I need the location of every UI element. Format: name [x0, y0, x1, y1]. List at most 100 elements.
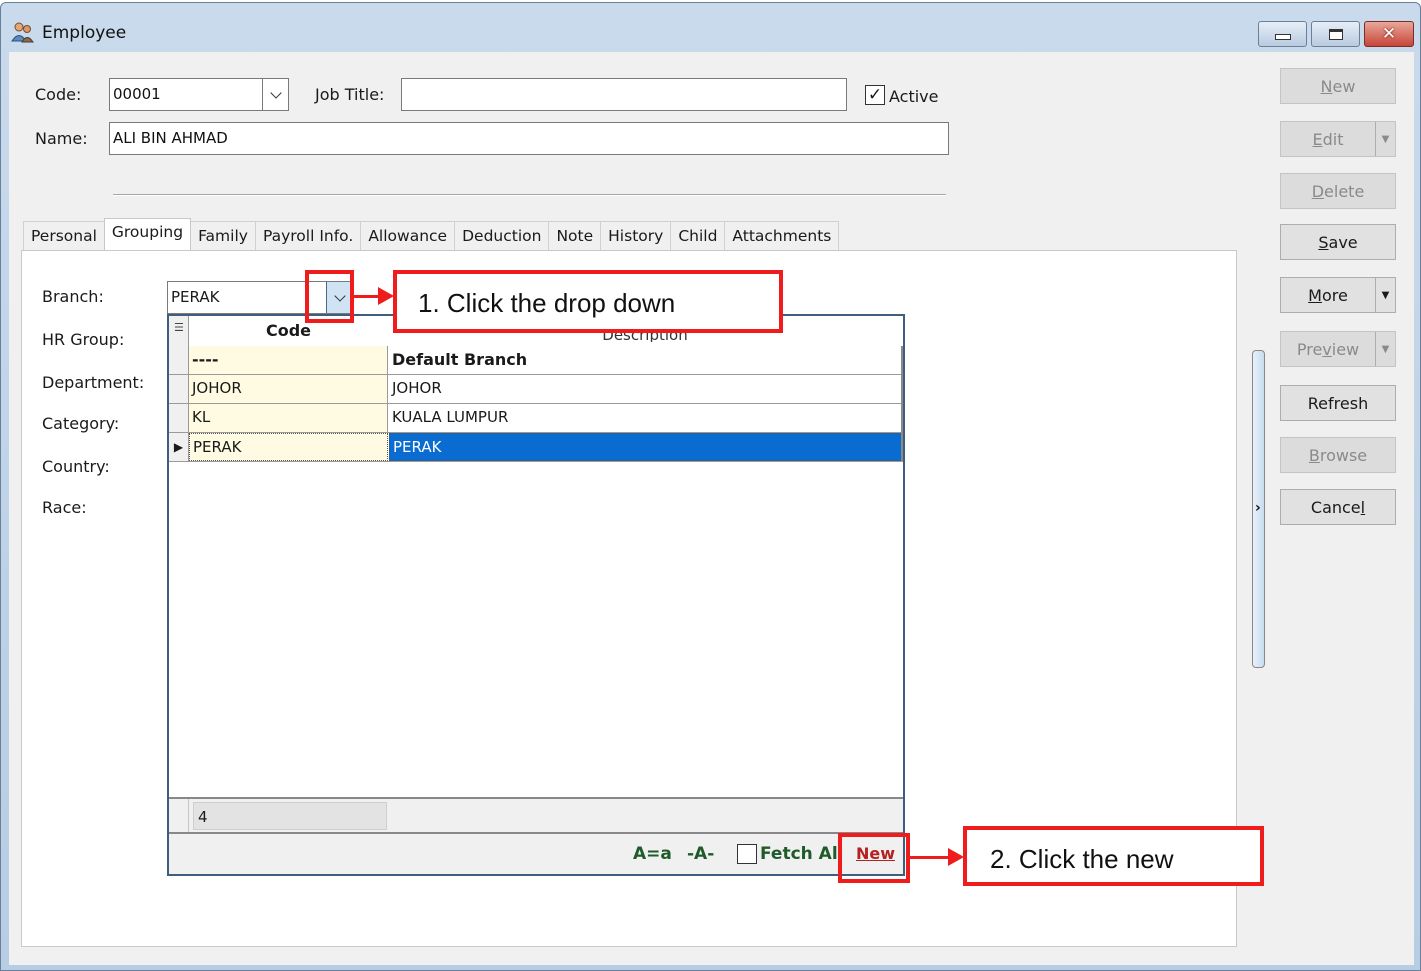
cancel-button[interactable]: Cancel: [1280, 489, 1396, 525]
save-button[interactable]: Save: [1280, 224, 1396, 260]
cancel-button-label: Cancel: [1310, 497, 1366, 517]
race-label: Race:: [42, 498, 87, 517]
partial-match-toggle[interactable]: -A-: [687, 844, 714, 864]
grid-border: [901, 346, 903, 461]
cell-code: KL: [189, 404, 388, 432]
active-checkbox[interactable]: ✓: [865, 85, 885, 105]
chevron-right-icon[interactable]: ›: [1255, 500, 1261, 516]
cell-description: Default Branch: [392, 350, 528, 369]
tab-grouping[interactable]: Grouping: [103, 218, 192, 250]
title-bar[interactable]: Employee ✕: [1, 3, 1420, 51]
employees-icon: [11, 22, 34, 43]
active-label: Active: [889, 87, 939, 106]
record-count: 4: [193, 802, 387, 830]
separator-line: [113, 194, 946, 196]
annotation-arrow-line: [354, 295, 380, 298]
preview-dropdown-arrow-icon[interactable]: ▼: [1375, 332, 1395, 366]
save-button-label: Save: [1318, 232, 1358, 252]
annotation-arrow-head-icon: [378, 287, 394, 305]
grid-footer: 4: [169, 797, 903, 834]
delete-button-label: Delete: [1311, 181, 1365, 201]
chevron-down-icon: [269, 86, 282, 99]
code-dropdown-button[interactable]: [262, 79, 288, 110]
column-chooser-icon[interactable]: ☰: [174, 322, 184, 333]
refresh-button[interactable]: Refresh: [1280, 385, 1396, 421]
fetch-all-checkbox[interactable]: [737, 844, 757, 864]
code-combo[interactable]: 00001: [109, 78, 289, 111]
browse-button[interactable]: Browse: [1280, 437, 1396, 473]
tab-allowance[interactable]: Allowance: [360, 221, 456, 251]
delete-button[interactable]: Delete: [1280, 173, 1396, 209]
table-row[interactable]: ---- Default Branch: [169, 346, 903, 375]
edit-dropdown-arrow-icon[interactable]: ▼: [1375, 122, 1395, 156]
more-button[interactable]: More ▼: [1280, 277, 1396, 313]
new-button[interactable]: New: [1280, 68, 1396, 104]
category-label: Category:: [42, 414, 120, 433]
fetch-all-label[interactable]: Fetch All: [760, 844, 844, 864]
cell-code: ----: [189, 346, 388, 374]
branch-label: Branch:: [42, 287, 104, 306]
job-title-label: Job Title:: [315, 85, 385, 104]
table-row-selected[interactable]: ▶ PERAK PERAK: [169, 433, 903, 462]
name-label: Name:: [35, 129, 88, 148]
row-indicator: [169, 404, 189, 432]
annotation-highlight-new: [838, 833, 910, 883]
code-value: 00001: [113, 85, 161, 103]
tab-strip: Personal Grouping Family Payroll Info. A…: [23, 218, 840, 251]
tab-personal[interactable]: Personal: [23, 221, 105, 251]
more-button-label: More: [1308, 285, 1348, 305]
lookup-toolbar: A=a -A- Fetch All New: [169, 834, 903, 874]
cell-description: PERAK: [389, 433, 903, 461]
job-title-input[interactable]: [401, 78, 847, 111]
hr-group-label: HR Group:: [42, 330, 125, 349]
cell-code: JOHOR: [189, 375, 388, 403]
current-row-arrow-icon: ▶: [173, 440, 184, 454]
checkmark-icon: ✓: [867, 84, 883, 105]
annotation-arrow-head-icon: [948, 848, 964, 866]
tab-child[interactable]: Child: [670, 221, 726, 251]
table-row[interactable]: KL KUALA LUMPUR: [169, 404, 903, 433]
cell-description: KUALA LUMPUR: [392, 408, 509, 426]
cell-description: JOHOR: [392, 379, 442, 397]
window-title: Employee: [42, 23, 127, 43]
annotation-step1-box: 1. Click the drop down: [393, 270, 783, 333]
annotation-arrow-line: [910, 856, 950, 859]
edit-button-label: Edit: [1312, 129, 1344, 149]
tab-attachments[interactable]: Attachments: [724, 221, 840, 251]
minimize-button[interactable]: [1258, 21, 1307, 47]
country-label: Country:: [42, 457, 110, 476]
edit-button[interactable]: Edit ▼: [1280, 121, 1396, 157]
preview-button[interactable]: Preview ▼: [1280, 331, 1396, 367]
close-icon: ✕: [1381, 23, 1397, 44]
branch-value: PERAK: [171, 288, 220, 306]
case-sensitive-toggle[interactable]: A=a: [633, 844, 672, 864]
row-indicator: ▶: [169, 433, 189, 461]
browse-button-label: Browse: [1308, 445, 1368, 465]
tab-history[interactable]: History: [600, 221, 672, 251]
column-header-code[interactable]: Code: [189, 321, 388, 340]
maximize-icon: [1328, 28, 1343, 40]
preview-button-label: Preview: [1296, 339, 1360, 359]
name-input[interactable]: ALI BIN AHMAD: [109, 122, 949, 155]
tab-note[interactable]: Note: [548, 221, 602, 251]
cell-code: PERAK: [189, 433, 388, 461]
annotation-step1-text: 1. Click the drop down: [418, 288, 676, 318]
minimize-icon: [1274, 34, 1291, 40]
new-button-label: New: [1320, 76, 1356, 96]
footer-indicator: [169, 799, 189, 832]
row-indicator: [169, 346, 189, 374]
more-dropdown-arrow-icon[interactable]: ▼: [1375, 278, 1395, 312]
tab-payroll-info[interactable]: Payroll Info.: [254, 221, 362, 251]
refresh-button-label: Refresh: [1307, 393, 1369, 413]
annotation-step2-box: 2. Click the new: [963, 826, 1264, 886]
tab-family[interactable]: Family: [190, 221, 256, 251]
table-row[interactable]: JOHOR JOHOR: [169, 375, 903, 404]
department-label: Department:: [42, 373, 145, 392]
row-indicator: [169, 375, 189, 403]
annotation-highlight-dropdown: [305, 270, 354, 323]
tab-deduction[interactable]: Deduction: [454, 221, 550, 251]
close-button[interactable]: ✕: [1364, 21, 1414, 47]
maximize-button[interactable]: [1311, 21, 1360, 47]
annotation-step2-text: 2. Click the new: [990, 844, 1174, 874]
code-label: Code:: [35, 85, 82, 104]
